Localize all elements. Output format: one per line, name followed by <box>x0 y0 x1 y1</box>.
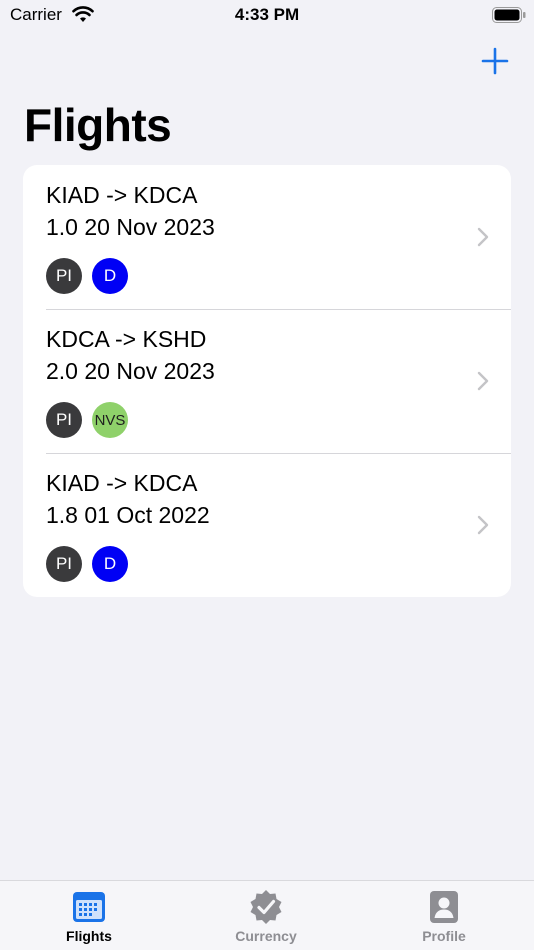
chevron-right-icon <box>477 227 489 247</box>
role-tag-pi: PI <box>46 258 82 294</box>
app-screen: Carrier 4:33 PM Flights KIAD -> KDCA 1.0… <box>0 0 534 950</box>
tab-bar: Flights Currency Profile <box>0 880 534 950</box>
flight-route: KDCA -> KSHD <box>46 326 207 352</box>
role-tag-d: D <box>92 546 128 582</box>
flight-details: 2.0 20 Nov 2023 <box>46 358 215 384</box>
tab-label: Flights <box>66 928 112 944</box>
flight-details: 1.0 20 Nov 2023 <box>46 214 215 240</box>
checkmark-seal-icon <box>250 890 282 924</box>
flight-tags: PI D <box>46 258 128 294</box>
person-icon <box>430 891 458 923</box>
calendar-icon <box>73 892 105 922</box>
tab-label: Currency <box>235 928 297 944</box>
tab-flights[interactable]: Flights <box>29 889 149 949</box>
tab-profile[interactable]: Profile <box>384 889 504 949</box>
flight-route: KIAD -> KDCA <box>46 182 198 208</box>
flight-details: 1.8 01 Oct 2022 <box>46 502 210 528</box>
page-title: Flights <box>24 99 172 151</box>
flight-list: KIAD -> KDCA 1.0 20 Nov 2023 PI D KDCA -… <box>23 165 511 597</box>
add-flight-button[interactable] <box>481 47 509 75</box>
flight-row[interactable]: KIAD -> KDCA 1.0 20 Nov 2023 PI D <box>23 165 511 309</box>
battery-icon <box>492 7 526 23</box>
flight-row[interactable]: KIAD -> KDCA 1.8 01 Oct 2022 PI D <box>23 453 511 597</box>
tab-currency[interactable]: Currency <box>206 889 326 949</box>
flight-tags: PI NVS <box>46 402 128 438</box>
status-bar: Carrier 4:33 PM <box>0 0 534 30</box>
role-tag-nvs: NVS <box>92 402 128 438</box>
chevron-right-icon <box>477 371 489 391</box>
flight-tags: PI D <box>46 546 128 582</box>
role-tag-d: D <box>92 258 128 294</box>
clock-time: 4:33 PM <box>234 5 300 24</box>
chevron-right-icon <box>477 515 489 535</box>
flight-row[interactable]: KDCA -> KSHD 2.0 20 Nov 2023 PI NVS <box>23 309 511 453</box>
role-tag-pi: PI <box>46 402 82 438</box>
role-tag-pi: PI <box>46 546 82 582</box>
tab-label: Profile <box>422 928 466 944</box>
flight-route: KIAD -> KDCA <box>46 470 198 496</box>
